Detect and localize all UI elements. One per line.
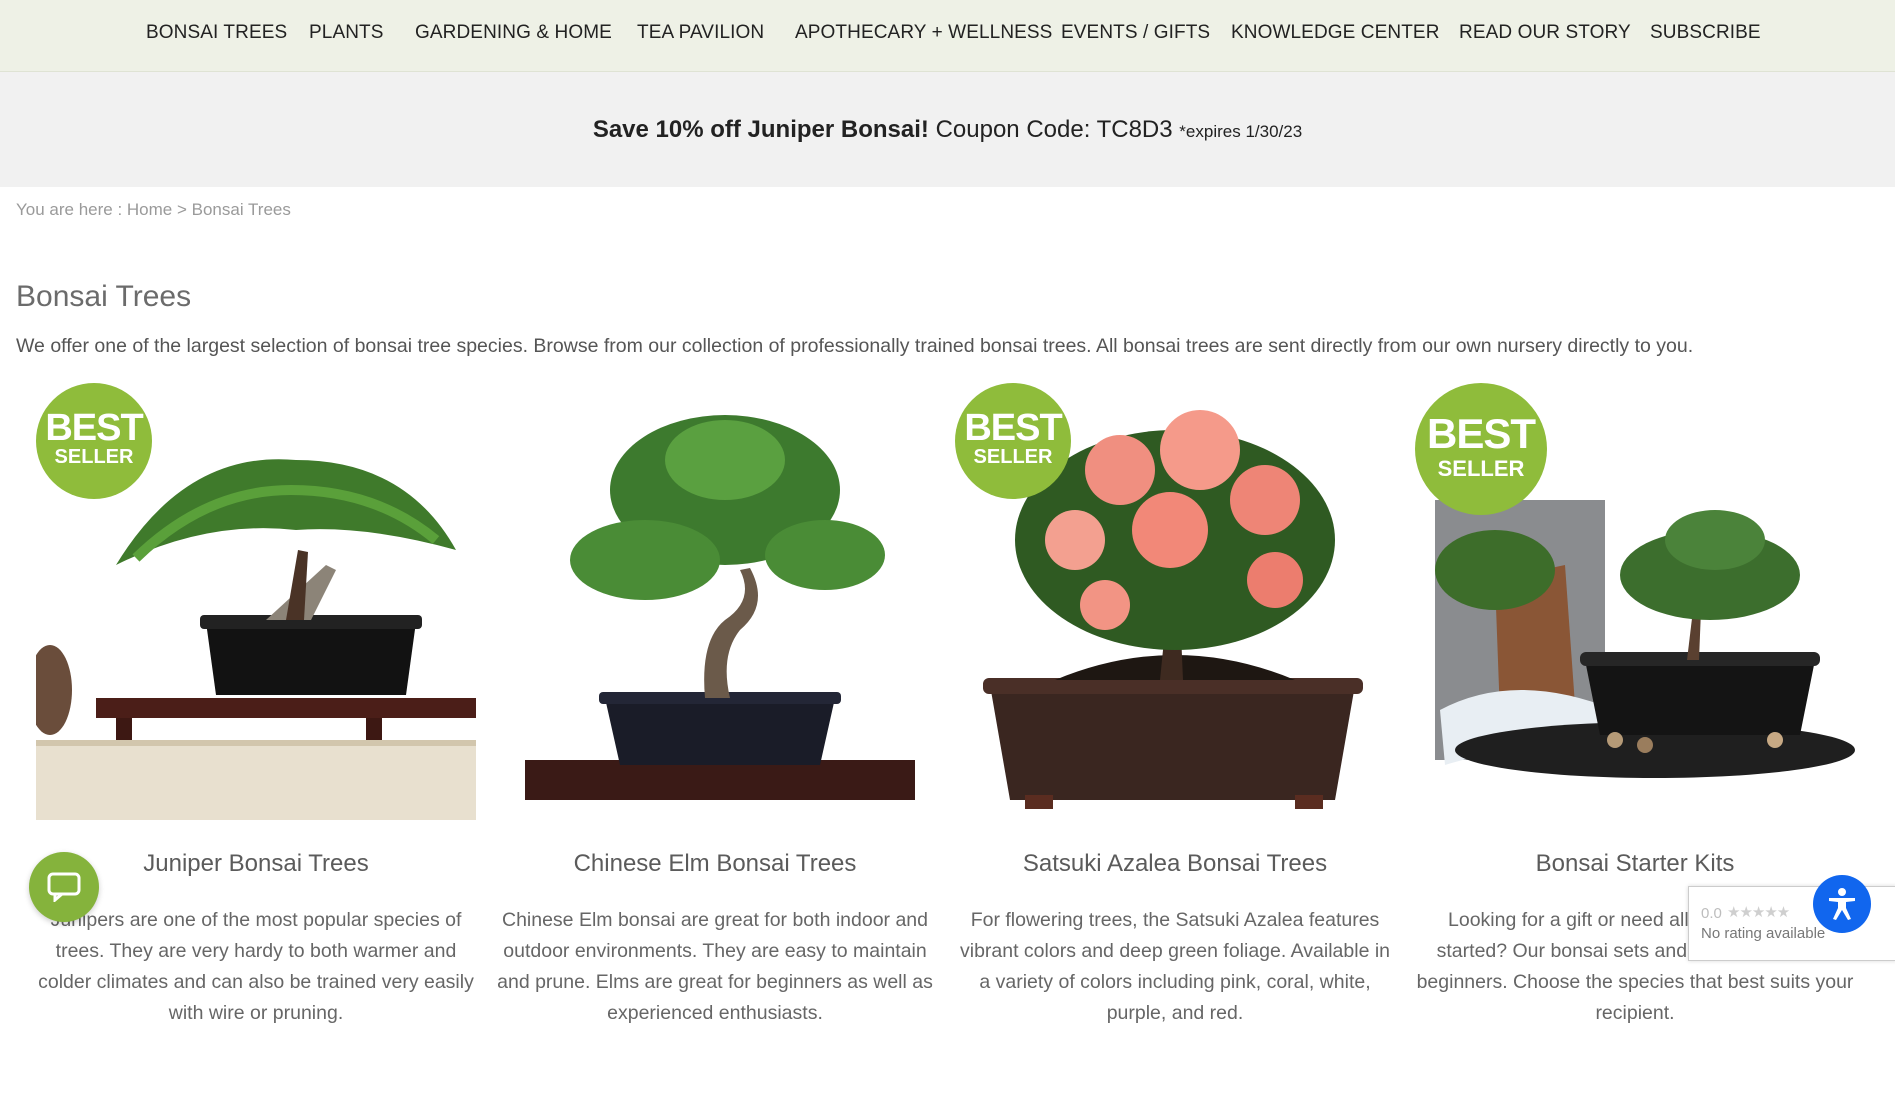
product-card-satsuki-azalea[interactable]: BEST SELLER Satsuki Azalea Bonsai Trees … (955, 380, 1395, 1040)
nav-item-knowledge-center[interactable]: KNOWLEDGE CENTER (1231, 22, 1440, 44)
product-title[interactable]: Bonsai Starter Kits (1415, 850, 1855, 878)
nav-item-events-gifts[interactable]: EVENTS / GIFTS (1061, 22, 1210, 44)
nav-item-read-our-story[interactable]: READ OUR STORY (1459, 22, 1631, 44)
product-description: Chinese Elm bonsai are great for both in… (497, 909, 933, 1024)
badge-line-1: BEST (964, 407, 1062, 449)
satsuki-azalea-bonsai-image[interactable]: BEST SELLER (955, 380, 1395, 820)
rating-text: No rating available (1701, 925, 1826, 942)
promo-headline: Save 10% off Juniper Bonsai! (592, 116, 929, 143)
badge-line-2: SELLER (1437, 456, 1525, 481)
accessibility-person-icon (1829, 888, 1855, 920)
breadcrumb-separator: > (172, 200, 192, 219)
page-intro: We offer one of the largest selection of… (16, 335, 1694, 357)
breadcrumb-prefix: You are here : (16, 200, 127, 219)
best-seller-badge: BEST SELLER (1415, 383, 1547, 515)
chinese-elm-bonsai-image[interactable] (495, 380, 935, 820)
juniper-bonsai-image[interactable]: BEST SELLER (36, 380, 476, 820)
chinese-elm-illustration (495, 380, 935, 820)
promo-coupon: Coupon Code: TC8D3 (935, 116, 1173, 143)
bonsai-starter-kit-image[interactable]: BEST SELLER (1415, 380, 1855, 820)
product-title[interactable]: Satsuki Azalea Bonsai Trees (955, 850, 1395, 878)
badge-line-2: SELLER (54, 446, 134, 468)
page-title: Bonsai Trees (16, 280, 192, 313)
breadcrumb: You are here : Home > Bonsai Trees (16, 200, 291, 220)
nav-item-gardening-home[interactable]: GARDENING & HOME (415, 22, 612, 44)
badge-line-1: BEST (1426, 410, 1536, 457)
product-title[interactable]: Juniper Bonsai Trees (36, 850, 476, 878)
product-description: Junipers are one of the most popular spe… (38, 909, 474, 1024)
nav-item-plants[interactable]: PLANTS (309, 22, 384, 44)
rating-score: 0.0 (1701, 905, 1722, 922)
best-seller-badge: BEST SELLER (36, 383, 152, 499)
breadcrumb-home-link[interactable]: Home (127, 200, 172, 219)
product-title[interactable]: Chinese Elm Bonsai Trees (495, 850, 935, 878)
nav-item-bonsai-trees[interactable]: BONSAI TREES (146, 22, 287, 44)
badge-line-1: BEST (45, 407, 143, 449)
rating-stars-icon: ★★★★★ (1727, 904, 1790, 921)
accessibility-button[interactable] (1813, 875, 1871, 933)
product-description: For flowering trees, the Satsuki Azalea … (959, 909, 1391, 1024)
product-card-juniper[interactable]: BEST SELLER Juniper Bonsai Trees Juniper… (36, 380, 476, 1040)
promo-line: Save 10% off Juniper Bonsai! Coupon Code… (0, 116, 1895, 144)
badge-line-2: SELLER (973, 446, 1053, 468)
breadcrumb-current: Bonsai Trees (191, 200, 291, 219)
product-card-chinese-elm[interactable]: Chinese Elm Bonsai Trees Chinese Elm bon… (495, 380, 935, 1040)
main-nav: BONSAI TREES PLANTS GARDENING & HOME TEA… (0, 0, 1895, 72)
nav-item-subscribe[interactable]: SUBSCRIBE (1650, 22, 1761, 44)
promo-expiry: *expires 1/30/23 (1179, 122, 1303, 141)
promo-banner: Save 10% off Juniper Bonsai! Coupon Code… (0, 72, 1895, 187)
nav-item-tea-pavilion[interactable]: TEA PAVILION (637, 22, 764, 44)
chat-bubble-icon (47, 872, 81, 902)
nav-item-apothecary-wellness[interactable]: APOTHECARY + WELLNESS (795, 22, 1052, 44)
chat-button[interactable] (29, 852, 99, 922)
best-seller-badge: BEST SELLER (955, 383, 1071, 499)
